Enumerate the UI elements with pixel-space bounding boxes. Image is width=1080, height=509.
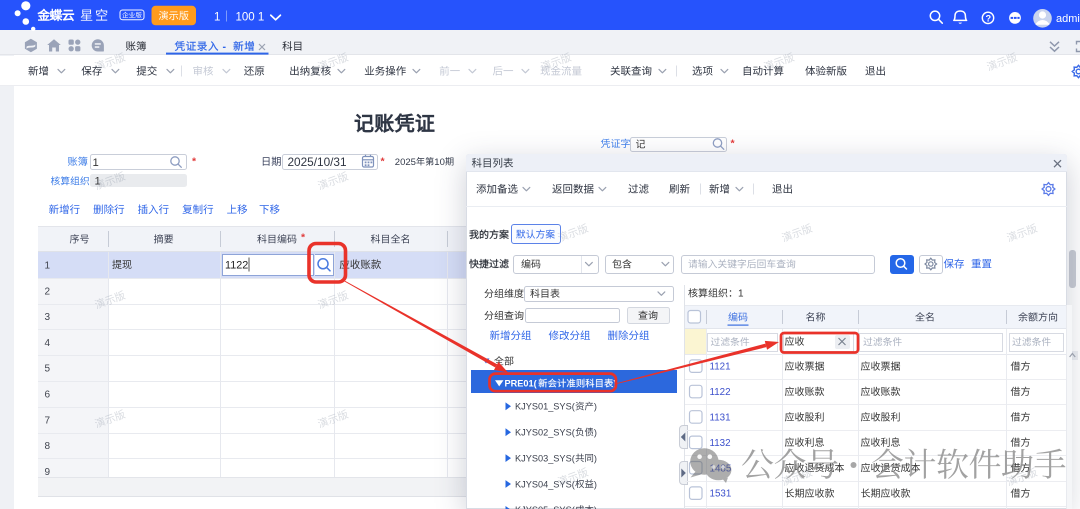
svg-text:4: 4 xyxy=(45,338,51,349)
svg-text:): ) xyxy=(594,428,597,438)
svg-text:KJYS01_SYS(: KJYS01_SYS( xyxy=(515,402,575,412)
svg-text:): ) xyxy=(594,505,597,509)
svg-text:PRE01(: PRE01( xyxy=(505,379,538,389)
svg-text:*: * xyxy=(381,156,386,168)
svg-text:1122: 1122 xyxy=(225,260,248,272)
svg-text:1: 1 xyxy=(214,11,220,23)
svg-text:2025/10/31: 2025/10/31 xyxy=(288,155,347,169)
svg-text:1531: 1531 xyxy=(710,489,732,500)
svg-text:KJYS03_SYS(: KJYS03_SYS( xyxy=(515,453,575,463)
svg-text:1122: 1122 xyxy=(710,387,731,398)
svg-text:KJYS02_SYS(: KJYS02_SYS( xyxy=(515,428,575,438)
svg-text:1: 1 xyxy=(45,261,51,272)
svg-text:2025: 2025 xyxy=(395,157,416,168)
svg-text:7: 7 xyxy=(45,415,51,426)
svg-text:*: * xyxy=(192,156,197,168)
svg-text:*: * xyxy=(731,138,736,150)
svg-text:): ) xyxy=(594,453,597,463)
svg-text:KJYS04_SYS(: KJYS04_SYS( xyxy=(515,479,575,489)
svg-text:KJYS05_SYS(: KJYS05_SYS( xyxy=(515,505,575,509)
svg-text:1132: 1132 xyxy=(710,438,731,449)
svg-text:10: 10 xyxy=(434,157,445,168)
svg-text:-: - xyxy=(223,41,227,53)
svg-text:*: * xyxy=(301,232,306,244)
svg-text:9: 9 xyxy=(45,467,51,478)
svg-text:?: ? xyxy=(986,13,992,23)
svg-text:admin: admin xyxy=(1056,13,1080,25)
svg-text:3: 3 xyxy=(45,312,51,323)
svg-text:6: 6 xyxy=(45,390,51,401)
svg-text:8: 8 xyxy=(45,441,51,452)
svg-text:1: 1 xyxy=(93,157,99,169)
svg-text:1: 1 xyxy=(738,289,744,300)
svg-text:100 1: 100 1 xyxy=(236,11,265,23)
svg-text:1131: 1131 xyxy=(710,413,731,424)
svg-text:1121: 1121 xyxy=(710,362,731,373)
svg-text:5: 5 xyxy=(45,364,51,375)
svg-text:): ) xyxy=(594,402,597,412)
svg-text:2: 2 xyxy=(45,286,51,297)
svg-text:): ) xyxy=(594,479,597,489)
